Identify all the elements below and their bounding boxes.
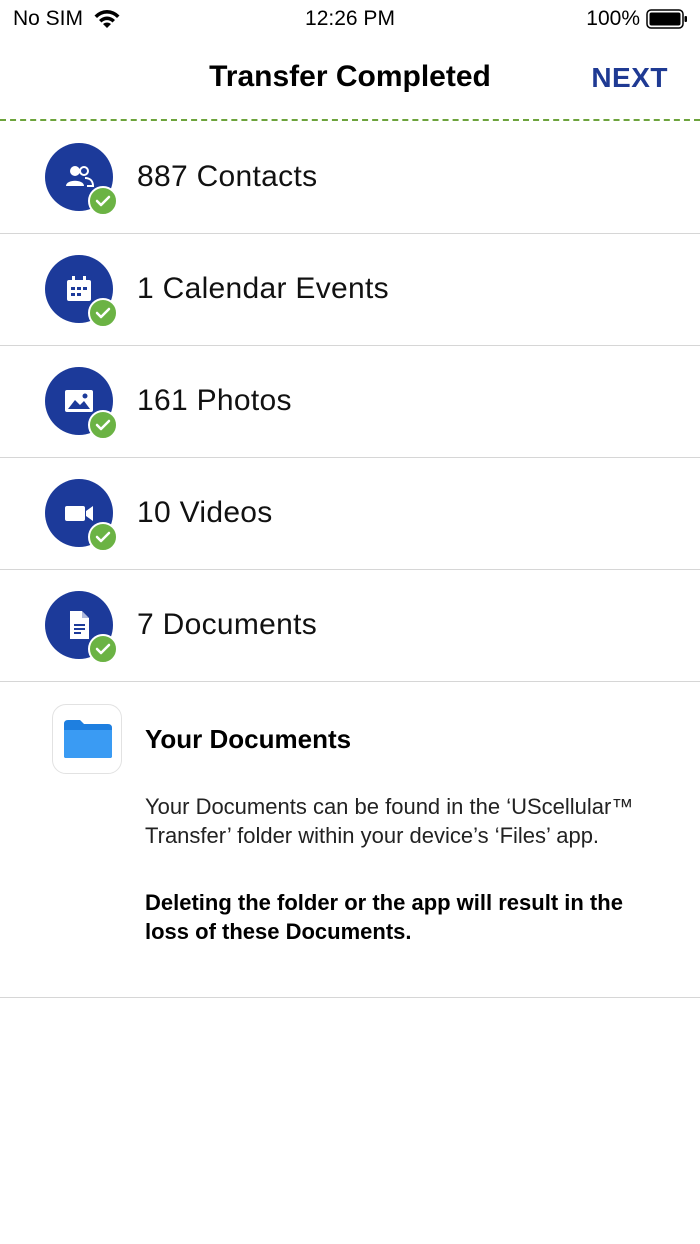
next-button[interactable]: NEXT xyxy=(591,62,668,94)
item-label: 161 Photos xyxy=(137,384,292,417)
folder-icon xyxy=(52,704,122,774)
item-label: 1 Calendar Events xyxy=(137,272,389,305)
battery-icon xyxy=(646,9,688,29)
transfer-list: 887 Contacts 1 Calendar Events 161 Photo… xyxy=(0,122,700,998)
calendar-icon xyxy=(45,255,118,328)
status-bar: No SIM 12:26 PM 100% xyxy=(0,0,700,40)
list-item-contacts: 887 Contacts xyxy=(0,122,700,234)
contacts-icon xyxy=(45,143,118,216)
check-icon xyxy=(88,522,118,552)
nav-bar: Transfer Completed NEXT xyxy=(0,40,700,120)
item-label: 7 Documents xyxy=(137,608,318,641)
check-icon xyxy=(88,298,118,328)
photo-icon xyxy=(45,367,118,440)
check-icon xyxy=(88,186,118,216)
list-item-calendar: 1 Calendar Events xyxy=(0,234,700,346)
documents-body: Your Documents can be found in the ‘USce… xyxy=(145,794,634,848)
documents-info-section: Your Documents Your Documents can be fou… xyxy=(0,682,700,998)
list-item-photos: 161 Photos xyxy=(0,346,700,458)
list-item-documents: 7 Documents xyxy=(0,570,700,682)
video-icon xyxy=(45,479,118,552)
nav-divider xyxy=(0,119,700,121)
status-right: 100% xyxy=(586,7,688,31)
check-icon xyxy=(88,634,118,664)
item-label: 10 Videos xyxy=(137,496,273,529)
documents-warning: Deleting the folder or the app will resu… xyxy=(145,890,623,944)
check-icon xyxy=(88,410,118,440)
list-item-videos: 10 Videos xyxy=(0,458,700,570)
battery-percent: 100% xyxy=(586,7,640,30)
document-icon xyxy=(45,591,118,664)
documents-title: Your Documents xyxy=(145,724,352,754)
item-label: 887 Contacts xyxy=(137,160,318,193)
